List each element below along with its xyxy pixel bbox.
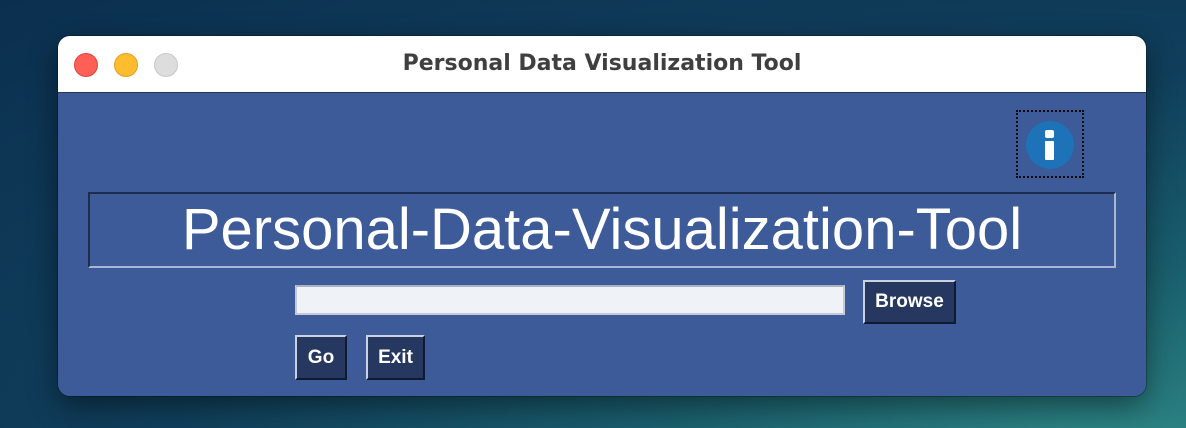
file-path-input[interactable]: [295, 285, 845, 315]
info-icon[interactable]: [1026, 121, 1074, 169]
info-icon-dot: [1045, 130, 1054, 138]
banner-title: Personal-Data-Visualization-Tool: [181, 197, 1023, 262]
main-panel: Personal-Data-Visualization-Tool Browse …: [58, 93, 1146, 396]
browse-button[interactable]: Browse: [863, 280, 956, 324]
window-title: Personal Data Visualization Tool: [402, 51, 802, 76]
go-button[interactable]: Go: [295, 335, 347, 380]
window-titlebar[interactable]: Personal Data Visualization Tool: [58, 36, 1146, 93]
app-window: Personal Data Visualization Tool Persona…: [58, 36, 1146, 396]
info-icon-stem: [1045, 141, 1054, 160]
exit-button[interactable]: Exit: [366, 335, 425, 380]
info-button[interactable]: [1016, 110, 1084, 178]
app-banner: Personal-Data-Visualization-Tool: [88, 192, 1116, 268]
